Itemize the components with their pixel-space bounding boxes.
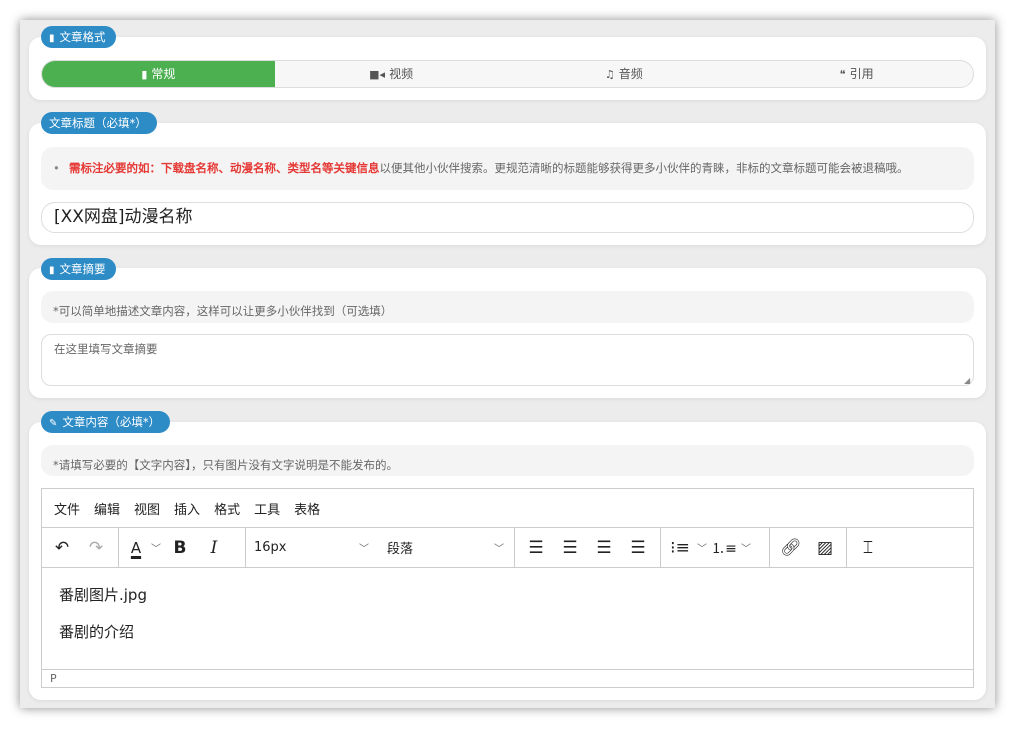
editor-window: ▮ 常规 ■◂ 视频 ♫ 音频 ❝ 引用 ▮ 文章格式 • 需标注必要的如：下载盘名称、动漫… — [20, 20, 995, 708]
chevron-down-icon[interactable]: ﹀ — [695, 540, 709, 555]
numbered-list-icon[interactable]: ⒈≡ — [709, 538, 739, 558]
summary-card: *可以简单地描述文章内容，这样可以让更多小伙伴找到（可选填） 在这里填写文章摘要… — [29, 268, 986, 398]
align-left-icon[interactable]: ☰ — [519, 538, 553, 558]
block-format-select[interactable]: 段落 ﹀ — [379, 538, 514, 557]
title-hint: • 需标注必要的如：下载盘名称、动漫名称、类型名等关键信息以便其他小伙伴搜索。更规… — [41, 147, 974, 190]
summary-textarea[interactable]: 在这里填写文章摘要 — [41, 334, 974, 386]
bullet-list-icon[interactable]: ⁝≡ — [665, 538, 695, 558]
italic-icon[interactable]: I — [197, 538, 231, 558]
file-icon: ▮ — [49, 265, 55, 276]
rich-text-editor: 文件 编辑 视图 插入 格式 工具 表格 ↶ ↷ A ﹀ B I 16px ﹀ … — [41, 488, 974, 688]
tab-normal[interactable]: ▮ 常规 — [42, 61, 275, 87]
file-icon: ▮ — [49, 33, 55, 44]
undo-icon[interactable]: ↶ — [45, 538, 79, 558]
menu-table[interactable]: 表格 — [294, 499, 320, 518]
title-badge: 文章标题（必填*） — [41, 112, 157, 134]
align-center-icon[interactable]: ☰ — [553, 538, 587, 558]
editor-statusbar: P — [42, 669, 973, 687]
content-paragraph: 番剧的介绍 — [59, 623, 135, 641]
redo-icon[interactable]: ↷ — [79, 538, 113, 558]
page-break-icon[interactable]: ⌶ — [851, 538, 885, 558]
align-right-icon[interactable]: ☰ — [587, 538, 621, 558]
edit-icon: ✎ — [49, 418, 58, 429]
content-hint: *请填写必要的【文字内容】，只有图片没有文字说明是不能发布的。 — [41, 445, 974, 476]
content-paragraph: 番剧图片.jpg — [59, 586, 147, 604]
menu-insert[interactable]: 插入 — [174, 499, 200, 518]
align-justify-icon[interactable]: ☰ — [621, 538, 655, 558]
video-icon: ■◂ — [369, 68, 386, 81]
tab-video[interactable]: ■◂ 视频 — [275, 61, 508, 87]
title-input[interactable]: [XX网盘]动漫名称 — [41, 202, 974, 233]
editor-content[interactable]: 番剧图片.jpg 番剧的介绍 — [42, 568, 973, 669]
tab-audio[interactable]: ♫ 音频 — [508, 61, 741, 87]
editor-menubar: 文件 编辑 视图 插入 格式 工具 表格 — [42, 489, 973, 528]
quote-icon: ❝ — [839, 68, 846, 81]
image-icon[interactable]: ▨ — [808, 538, 842, 558]
content-card: *请填写必要的【文字内容】，只有图片没有文字说明是不能发布的。 文件 编辑 视图… — [29, 422, 986, 700]
editor-toolbar: ↶ ↷ A ﹀ B I 16px ﹀ 段落 ﹀ ☰ ☰ ☰ ☰ ⁝≡ ﹀ ⒈≡ … — [42, 528, 973, 568]
bold-icon[interactable]: B — [163, 538, 197, 558]
chevron-down-icon[interactable]: ﹀ — [739, 540, 753, 555]
format-card: ▮ 常规 ■◂ 视频 ♫ 音频 ❝ 引用 — [29, 37, 986, 100]
summary-hint: *可以简单地描述文章内容，这样可以让更多小伙伴找到（可选填） — [41, 291, 974, 323]
tab-quote[interactable]: ❝ 引用 — [740, 61, 973, 87]
link-icon[interactable]: 🔗︎ — [774, 538, 808, 558]
chevron-down-icon: ﹀ — [494, 544, 504, 555]
chevron-down-icon: ﹀ — [359, 544, 369, 555]
format-tabs: ▮ 常规 ■◂ 视频 ♫ 音频 ❝ 引用 — [41, 60, 974, 88]
text-color-icon[interactable]: A — [123, 539, 149, 557]
menu-tools[interactable]: 工具 — [254, 499, 280, 518]
format-badge: ▮ 文章格式 — [41, 26, 116, 48]
menu-edit[interactable]: 编辑 — [94, 499, 120, 518]
title-card: • 需标注必要的如：下载盘名称、动漫名称、类型名等关键信息以便其他小伙伴搜索。更规… — [29, 123, 986, 245]
file-icon: ▮ — [141, 68, 148, 81]
font-size-select[interactable]: 16px ﹀ — [246, 540, 379, 555]
menu-view[interactable]: 视图 — [134, 499, 160, 518]
chevron-down-icon[interactable]: ﹀ — [149, 540, 163, 555]
content-badge: ✎ 文章内容（必填*） — [41, 411, 171, 433]
music-icon: ♫ — [604, 68, 615, 81]
menu-file[interactable]: 文件 — [54, 499, 80, 518]
menu-format[interactable]: 格式 — [214, 499, 240, 518]
summary-badge: ▮ 文章摘要 — [41, 258, 116, 280]
resize-handle[interactable]: ◢ — [964, 376, 970, 385]
